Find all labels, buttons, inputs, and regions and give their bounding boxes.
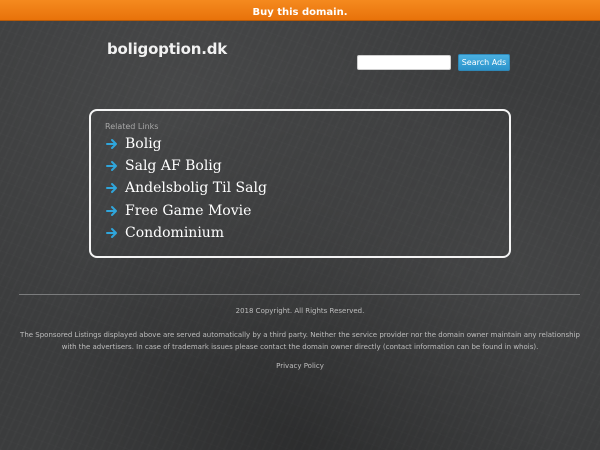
privacy-policy-link[interactable]: Privacy Policy: [276, 362, 324, 370]
related-link-item[interactable]: Andelsbolig Til Salg: [106, 178, 267, 198]
arrow-right-icon: [106, 139, 117, 149]
buy-domain-banner: Buy this domain.: [0, 0, 600, 21]
buy-domain-link[interactable]: Buy this domain.: [252, 3, 347, 23]
related-links-heading: Related Links: [105, 122, 159, 131]
related-link[interactable]: Free Game Movie: [125, 203, 251, 219]
related-link[interactable]: Salg AF Bolig: [125, 158, 222, 174]
copyright-text: 2018 Copyright. All Rights Reserved.: [235, 307, 365, 315]
related-link-item[interactable]: Salg AF Bolig: [106, 156, 222, 176]
search-ads-button[interactable]: Search Ads: [458, 54, 510, 71]
related-link-item[interactable]: Condominium: [106, 223, 224, 243]
privacy-policy: Privacy Policy: [0, 362, 600, 370]
site-name: boligoption.dk: [107, 40, 228, 58]
footer-divider: [19, 294, 580, 295]
arrow-right-icon: [106, 228, 117, 238]
related-link[interactable]: Bolig: [125, 136, 162, 152]
search-input[interactable]: [357, 55, 451, 70]
arrow-right-icon: [106, 183, 117, 193]
disclaimer-text: The Sponsored Listings displayed above a…: [20, 331, 580, 351]
related-link-item[interactable]: Bolig: [106, 134, 162, 154]
arrow-right-icon: [106, 161, 117, 171]
related-link-item[interactable]: Free Game Movie: [106, 201, 251, 221]
arrow-right-icon: [106, 206, 117, 216]
related-link[interactable]: Andelsbolig Til Salg: [125, 180, 267, 196]
related-link[interactable]: Condominium: [125, 225, 224, 241]
